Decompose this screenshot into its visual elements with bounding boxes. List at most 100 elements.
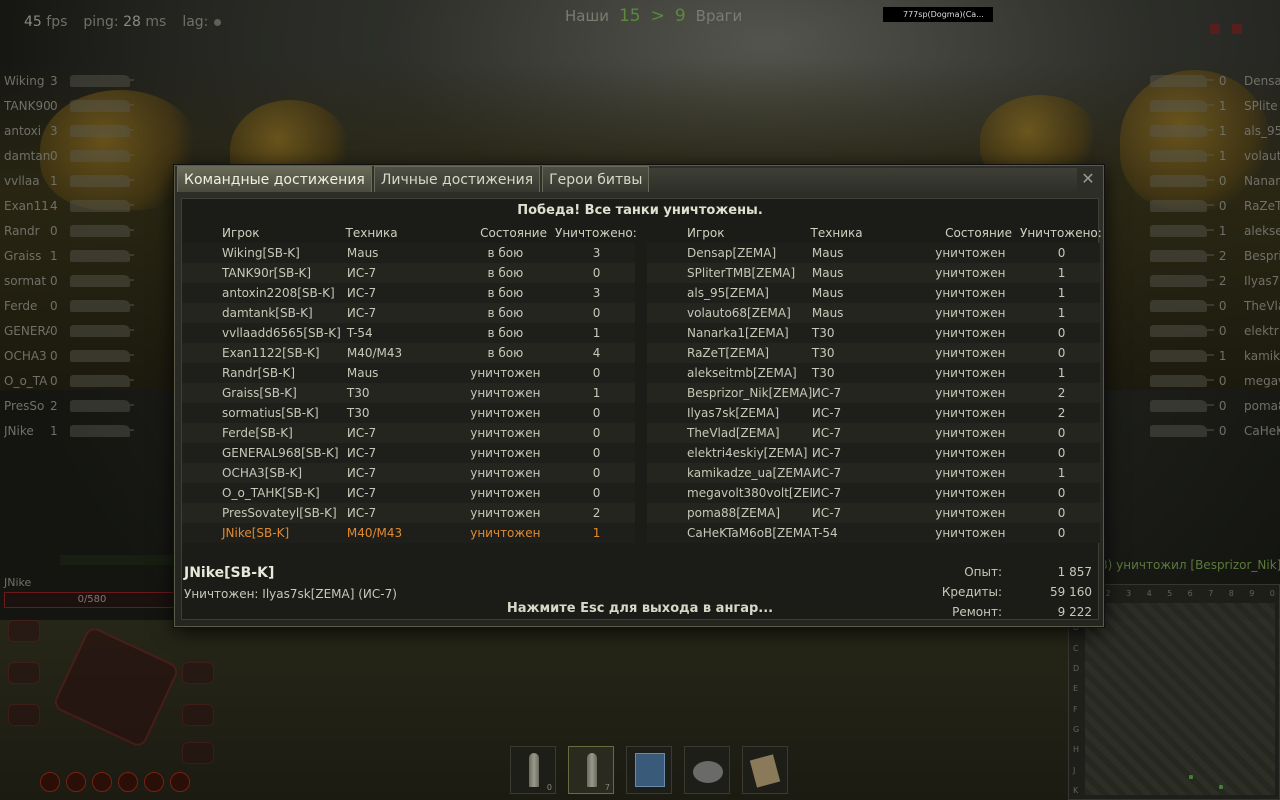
side-player-row: 0 Nanark xyxy=(1150,168,1280,193)
side-player-name: Densap xyxy=(1244,73,1280,88)
minimap-marker xyxy=(1189,775,1193,779)
row-kills: 1 xyxy=(1057,306,1066,320)
minimap-row-label: K xyxy=(1073,785,1079,795)
row-status: уничтожен xyxy=(470,426,541,440)
row-vehicle: ИС-7 xyxy=(346,266,377,280)
side-player-row: 0 elektr xyxy=(1150,318,1280,343)
table-row: SPliterTMB[ZEMA] Maus уничтожен 1 xyxy=(647,263,1100,283)
tank-silhouette-icon xyxy=(1150,199,1214,212)
row-vehicle: ИС-7 xyxy=(346,506,377,520)
table-row: Exan1122[SB-K] M40/M43 в бою 4 xyxy=(182,343,635,363)
side-player-frags: 0 xyxy=(1218,173,1227,188)
row-status: уничтожен xyxy=(935,386,1006,400)
row-status: уничтожен xyxy=(470,506,541,520)
side-player-row: 2 Ilyas7 xyxy=(1150,268,1280,293)
side-player-frags: 0 xyxy=(50,148,58,163)
row-player: megavolt380volt[ZEMA xyxy=(687,486,812,500)
row-player: volauto68[ZEMA] xyxy=(687,306,791,320)
crew-icon xyxy=(92,772,112,792)
side-player-frags: 0 xyxy=(50,323,58,338)
performance-readout: 45 fps ping: 28 ms lag: xyxy=(24,14,222,30)
table-row: Graiss[SB-K] T30 уничтожен 1 xyxy=(182,383,635,403)
table-row: TheVlad[ZEMA] ИС-7 уничтожен 0 xyxy=(647,423,1100,443)
stat-value: 1 857 xyxy=(1057,565,1092,579)
tank-silhouette-icon xyxy=(70,349,134,362)
row-vehicle: ИС-7 xyxy=(811,446,842,460)
consumable-slot-1[interactable] xyxy=(626,746,672,794)
table-row: kamikadze_ua[ZEMA] ИС-7 уничтожен 1 xyxy=(647,463,1100,483)
enemies-score: 9 xyxy=(674,6,686,26)
shell-icon xyxy=(587,753,597,787)
side-player-frags: 0 xyxy=(50,348,58,363)
table-row: Wiking[SB-K] Maus в бою 3 xyxy=(182,243,635,263)
row-vehicle: ИС-7 xyxy=(811,386,842,400)
row-player: OCHA3[SB-K] xyxy=(222,466,303,480)
killed-by-text: Уничтожен: Ilyas7sk[ZEMA] (ИС-7) xyxy=(184,587,397,601)
ammo-slot-1[interactable]: 0 xyxy=(510,746,556,794)
side-player-row: 0 TheVla xyxy=(1150,293,1280,318)
header-status: Состояние xyxy=(945,226,1012,240)
row-kills: 3 xyxy=(592,286,601,300)
table-row: Ilyas7sk[ZEMA] ИС-7 уничтожен 2 xyxy=(647,403,1100,423)
module-icon xyxy=(8,620,40,642)
row-player: CaHeKTaM6oB[ZEMA] xyxy=(687,526,812,540)
tab-team-achievements[interactable]: Командные достижения xyxy=(177,166,372,192)
consumable-slot-2[interactable] xyxy=(684,746,730,794)
table-header: Игрок Техника Состояние Уничтожено: xyxy=(182,223,637,243)
minimap-row-label: G xyxy=(1073,724,1080,734)
header-kills: Уничтожено: xyxy=(555,226,637,240)
row-player: GENERAL968[SB-K] xyxy=(222,446,339,460)
row-kills: 0 xyxy=(592,266,601,280)
row-vehicle: ИС-7 xyxy=(346,426,377,440)
minimap-row-label: E xyxy=(1073,684,1079,694)
side-player-row: GENERA 0 xyxy=(4,318,174,343)
row-status: уничтожен xyxy=(935,486,1006,500)
close-button[interactable]: ✕ xyxy=(1079,170,1097,188)
ally-results-table: Игрок Техника Состояние Уничтожено: Wiki… xyxy=(182,223,637,543)
side-player-name: damtan xyxy=(4,148,50,163)
tank-silhouette-icon xyxy=(70,99,134,112)
side-player-row: OCHA3 0 xyxy=(4,343,174,368)
row-kills: 0 xyxy=(1057,506,1066,520)
row-vehicle: M40/M43 xyxy=(346,346,403,360)
row-status: уничтожен xyxy=(935,426,1006,440)
row-player: Nanarka1[ZEMA] xyxy=(687,326,789,340)
player-tag: 777sp(Dogma)(Ca... xyxy=(883,7,993,22)
health-bar: 0/580 xyxy=(4,592,180,608)
side-player-frags: 1 xyxy=(1218,98,1227,113)
tank-silhouette-icon xyxy=(1150,149,1214,162)
row-vehicle: T30 xyxy=(346,386,370,400)
side-player-frags: 0 xyxy=(1218,398,1227,413)
row-vehicle: T30 xyxy=(811,346,835,360)
table-row: JNike[SB-K] M40/M43 уничтожен 1 xyxy=(182,523,635,543)
consumable-slot-3[interactable] xyxy=(742,746,788,794)
side-player-row: 0 RaZeT xyxy=(1150,193,1280,218)
stat-value: 59 160 xyxy=(1050,585,1092,599)
table-row: GENERAL968[SB-K] ИС-7 уничтожен 0 xyxy=(182,443,635,463)
extinguisher-icon xyxy=(749,754,781,788)
battle-result-title: Победа! Все танки уничтожены. xyxy=(517,203,763,218)
kill-feed-message: 8) уничтожил [Besprizor_Nik] xyxy=(1100,558,1280,572)
tab-personal-achievements[interactable]: Личные достижения xyxy=(373,166,541,192)
side-player-frags: 1 xyxy=(1218,148,1227,163)
results-content: Победа! Все танки уничтожены. Игрок Техн… xyxy=(181,198,1102,620)
header-status: Состояние xyxy=(480,226,547,240)
crew-icon xyxy=(40,772,60,792)
ammo-slot-2[interactable]: 7 xyxy=(568,746,614,794)
stat-value: 9 222 xyxy=(1057,605,1092,619)
tab-battle-heroes[interactable]: Герои битвы xyxy=(542,166,650,192)
row-player: antoxin2208[SB-K] xyxy=(222,286,335,300)
stat-label: Опыт: xyxy=(964,565,1002,579)
side-player-row: Graiss 1 xyxy=(4,243,174,268)
tank-damage-icon xyxy=(51,625,181,749)
side-player-frags: 0 xyxy=(1218,198,1227,213)
side-player-name: alekse xyxy=(1244,223,1280,238)
side-player-row: 0 poma88 xyxy=(1150,393,1280,418)
row-vehicle: ИС-7 xyxy=(811,486,842,500)
fps-label: fps xyxy=(46,14,68,30)
row-status: уничтожен xyxy=(935,366,1006,380)
side-player-frags: 0 xyxy=(50,273,58,288)
row-player: Randr[SB-K] xyxy=(222,366,295,380)
row-status: уничтожен xyxy=(935,346,1006,360)
tank-silhouette-icon xyxy=(1150,174,1214,187)
